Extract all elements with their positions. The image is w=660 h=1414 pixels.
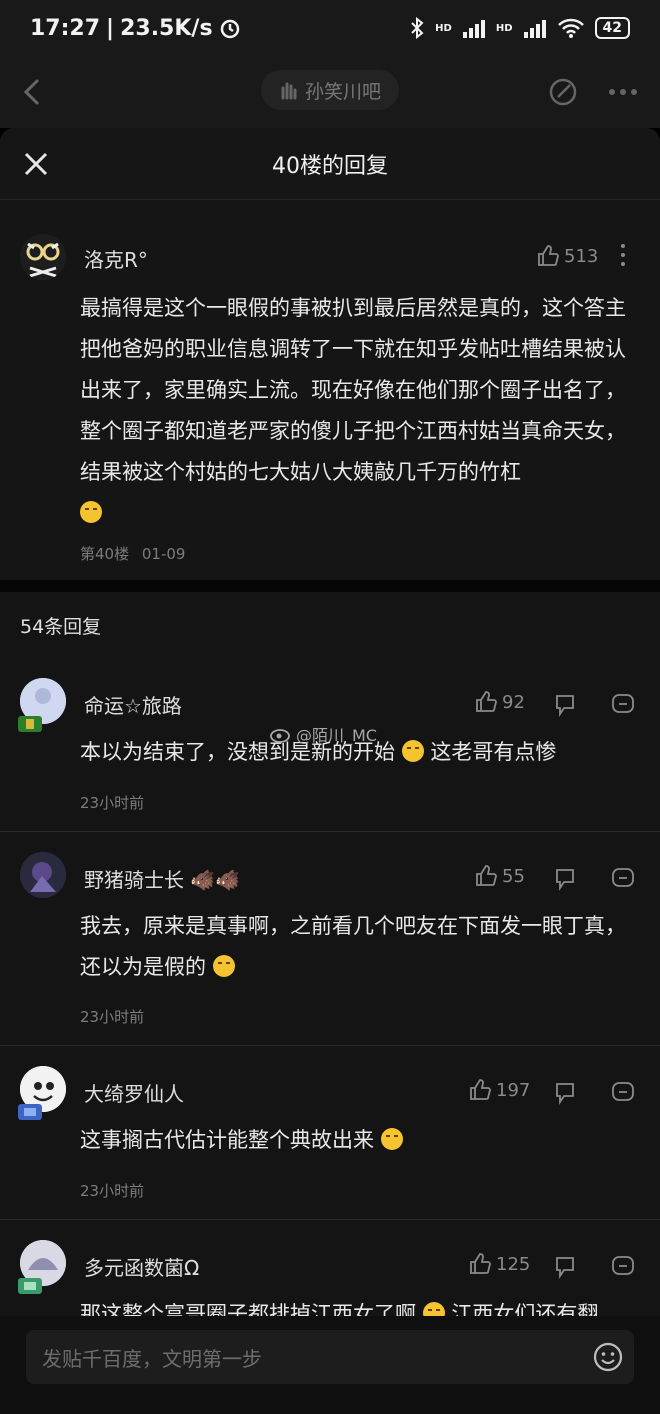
reply-text: 这事搁古代估计能整个典故出来 — [80, 1128, 374, 1152]
comment-input[interactable]: 发贴千百度，文明第一步 — [26, 1330, 634, 1384]
like-count: 55 — [502, 865, 525, 887]
like-button[interactable]: 55 — [474, 864, 525, 888]
reply-content: 我去，原来是真事啊，之前看几个吧友在下面发一眼丁真，还以为是假的 — [80, 906, 640, 988]
weibo-icon — [270, 729, 290, 743]
sheet-title: 40楼的回复 — [272, 153, 388, 179]
alarm-icon — [220, 19, 239, 39]
sheet-header: 40楼的回复 — [0, 128, 660, 200]
signal-hd-label-1: HD — [435, 22, 452, 34]
emoji-icon — [380, 1128, 403, 1150]
signal-hd-label-2: HD — [495, 22, 513, 34]
level-badge-icon — [18, 716, 42, 732]
reply-item: 大绮罗仙人 197 这事搁古代估计能整个典故出来 23小时前 — [0, 1046, 660, 1220]
dislike-icon[interactable] — [552, 692, 578, 718]
post-meta: 第40楼 01-09 — [80, 543, 185, 564]
username[interactable]: 大绮罗仙人 — [84, 1078, 184, 1107]
like-button[interactable]: 513 — [536, 244, 598, 268]
level-badge-icon — [18, 1104, 42, 1120]
like-button[interactable]: 197 — [468, 1078, 530, 1102]
boar-emoji-icon: 🐗🐗 — [184, 868, 241, 892]
thumb-up-icon — [470, 1253, 491, 1274]
watermark-text: @陌川_MC — [296, 726, 377, 745]
status-time: 17:27 — [30, 15, 101, 41]
forum-name: 孙笑川吧 — [304, 80, 382, 103]
comment-icon[interactable] — [610, 1254, 636, 1280]
edit-icon[interactable] — [548, 77, 578, 107]
like-count: 92 — [502, 691, 525, 713]
status-speed: 23.5K/s — [120, 15, 213, 41]
status-right: HD HD 42 — [409, 17, 630, 39]
reply-time: 23小时前 — [80, 794, 145, 812]
page-header: 孙笑川吧 — [0, 56, 660, 128]
comment-icon[interactable] — [610, 866, 636, 892]
emoji-icon — [212, 955, 235, 977]
signal-icon-2 — [523, 20, 546, 38]
level-badge-icon — [18, 1278, 42, 1294]
reply-sheet: 40楼的回复 洛克R° 513 最搞得是这个一眼假的事被扒到最后居然是真的，这个… — [0, 128, 660, 1414]
username[interactable]: 野猪骑士长 🐗🐗 — [84, 864, 240, 893]
forum-hand-icon — [281, 82, 297, 100]
emoji-icon — [80, 501, 102, 523]
reply-content: 这事搁古代估计能整个典故出来 — [80, 1120, 640, 1161]
reply-time: 23小时前 — [80, 1182, 145, 1200]
main-post: 洛克R° 513 最搞得是这个一眼假的事被扒到最后居然是真的，这个答主把他爸妈的… — [0, 200, 660, 580]
more-vertical-icon[interactable] — [610, 242, 636, 268]
reply-time: 23小时前 — [80, 1008, 145, 1026]
more-icon[interactable] — [608, 88, 638, 96]
status-separator: | — [106, 15, 115, 41]
bluetooth-icon — [411, 17, 424, 39]
close-icon[interactable] — [22, 150, 50, 178]
username[interactable]: 多元函数菌Ω — [84, 1252, 199, 1281]
thumb-up-icon — [476, 865, 497, 886]
signal-icon-1 — [462, 20, 485, 38]
dislike-icon[interactable] — [552, 866, 578, 892]
emoji-picker-icon[interactable] — [592, 1341, 624, 1373]
like-count: 125 — [496, 1253, 531, 1275]
avatar-image — [20, 234, 66, 280]
header-actions — [548, 77, 638, 107]
thumb-up-icon — [470, 1079, 491, 1100]
status-bar: 17:27 | 23.5K/s HD HD 42 — [0, 0, 660, 56]
comment-icon[interactable] — [610, 692, 636, 718]
username-text: 野猪骑士长 — [84, 868, 184, 892]
username[interactable]: 洛克R° — [84, 244, 148, 273]
battery-indicator: 42 — [594, 17, 630, 39]
avatar[interactable] — [20, 234, 66, 280]
emoji-icon — [401, 740, 424, 762]
like-count: 513 — [564, 245, 599, 267]
like-count: 197 — [496, 1079, 531, 1101]
section-divider — [0, 580, 660, 592]
reply-text-tail: 这老哥有点惨 — [430, 740, 557, 764]
replies-count: 54条回复 — [0, 592, 660, 658]
avatar-image — [20, 852, 66, 898]
thumb-up-icon — [538, 245, 559, 266]
reply-text: 我去，原来是真事啊，之前看几个吧友在下面发一眼丁真，还以为是假的 — [80, 914, 626, 979]
post-content: 最搞得是这个一眼假的事被扒到最后居然是真的，这个答主把他爸妈的职业信息调转了一下… — [80, 288, 640, 534]
back-icon[interactable] — [22, 77, 42, 107]
watermark: @陌川_MC — [270, 722, 377, 746]
username[interactable]: 命运☆旅路 — [84, 690, 182, 719]
dislike-icon[interactable] — [552, 1080, 578, 1106]
avatar[interactable] — [20, 852, 66, 898]
reply-item: 野猪骑士长 🐗🐗 55 我去，原来是真事啊，之前看几个吧友在下面发一眼丁真，还以… — [0, 832, 660, 1046]
dislike-icon[interactable] — [552, 1254, 578, 1280]
forum-title-pill[interactable]: 孙笑川吧 — [260, 70, 400, 110]
like-button[interactable]: 92 — [474, 690, 525, 714]
thumb-up-icon — [476, 691, 497, 712]
like-button[interactable]: 125 — [468, 1252, 530, 1276]
status-left: 17:27 | 23.5K/s — [30, 16, 241, 41]
comment-input-placeholder: 发贴千百度，文明第一步 — [42, 1346, 262, 1371]
floor-label: 第40楼 — [80, 545, 130, 563]
post-date: 01-09 — [141, 545, 186, 563]
bottom-bar: 发贴千百度，文明第一步 — [0, 1316, 660, 1414]
wifi-icon — [557, 18, 584, 38]
post-text: 最搞得是这个一眼假的事被扒到最后居然是真的，这个答主把他爸妈的职业信息调转了一下… — [80, 296, 626, 484]
comment-icon[interactable] — [610, 1080, 636, 1106]
